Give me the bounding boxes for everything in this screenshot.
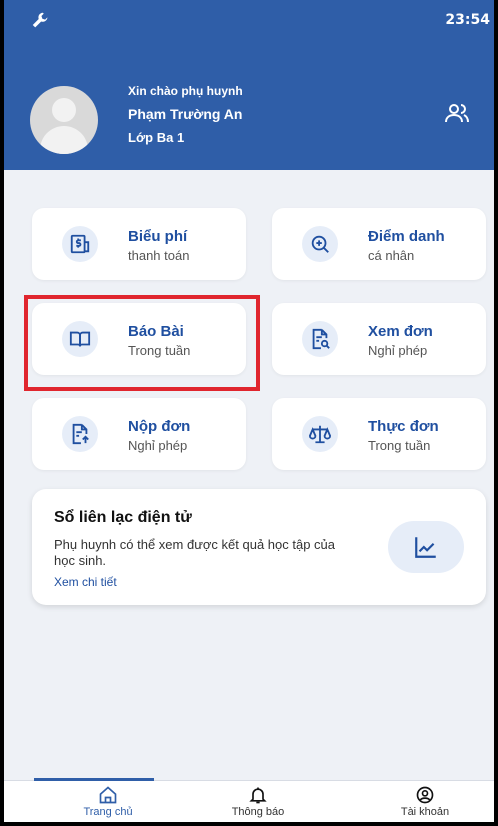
document-upload-icon — [72, 423, 89, 445]
invoice-dollar-icon — [70, 234, 90, 254]
menu-subtitle: Trong tuần — [368, 438, 431, 453]
menu-title: Nộp đơn — [128, 418, 191, 435]
menu-title: Biểu phí — [128, 228, 188, 245]
menu-subtitle: thanh toán — [128, 248, 190, 263]
nav-label: Thông báo — [231, 806, 285, 818]
home-icon — [99, 786, 117, 804]
view-details-link[interactable]: Xem chi tiết — [54, 575, 117, 589]
menu-subtitle: cá nhân — [368, 248, 415, 263]
highlight-box — [24, 295, 260, 391]
menu-subtitle: Nghỉ phép — [128, 438, 188, 453]
switch-user-icon[interactable] — [444, 102, 470, 124]
so-lien-lac-card[interactable]: Sổ liên lạc điện tử Phụ huynh có thể xem… — [32, 489, 486, 605]
bell-icon — [249, 787, 267, 804]
menu-title: Xem đơn — [368, 323, 433, 340]
menu-card-xem-don[interactable]: Xem đơn Nghỉ phép — [272, 303, 486, 375]
menu-card-bieu-phi[interactable]: Biểu phí thanh toán — [32, 208, 246, 280]
document-search-icon — [312, 328, 330, 350]
menu-card-nop-don[interactable]: Nộp đơn Nghỉ phép — [32, 398, 246, 470]
menu-card-thuc-don[interactable]: Thực đơn Trong tuần — [272, 398, 486, 470]
nav-item-home[interactable]: Trang chủ — [58, 785, 158, 818]
scale-icon — [309, 425, 331, 444]
avatar[interactable] — [30, 86, 98, 154]
menu-title: Thực đơn — [368, 418, 439, 435]
menu-subtitle: Nghỉ phép — [368, 343, 428, 358]
menu-card-diem-danh[interactable]: Điểm danh cá nhân — [272, 208, 486, 280]
card-description: Phụ huynh có thể xem được kết quả học tậ… — [54, 537, 336, 568]
nav-label: Tài khoản — [400, 806, 450, 818]
line-chart-icon — [415, 537, 436, 558]
status-time: 23:54 — [445, 12, 490, 28]
wrench-icon — [32, 12, 48, 28]
bottom-nav: Trang chủ Thông báo Tài khoản — [4, 781, 494, 822]
app-screen: 23:54 Xin chào phụ huynh Phạm Trường An … — [0, 0, 498, 826]
nav-label: Trang chủ — [83, 806, 133, 818]
menu-title: Điểm danh — [368, 228, 445, 245]
class-name: Lớp Ba 1 — [128, 130, 185, 145]
nav-item-notifications[interactable]: Thông báo — [208, 785, 308, 818]
card-title: Sổ liên lạc điện tử — [54, 509, 192, 526]
account-icon — [416, 786, 434, 804]
nav-item-account[interactable]: Tài khoản — [375, 785, 475, 818]
greeting-text: Xin chào phụ huynh — [128, 84, 243, 98]
profile-header: Xin chào phụ huynh Phạm Trường An Lớp Ba… — [4, 40, 494, 170]
results-chart-button[interactable] — [388, 521, 464, 573]
student-name: Phạm Trường An — [128, 106, 243, 122]
zoom-plus-icon — [311, 235, 329, 253]
status-bar: 23:54 — [4, 0, 494, 40]
